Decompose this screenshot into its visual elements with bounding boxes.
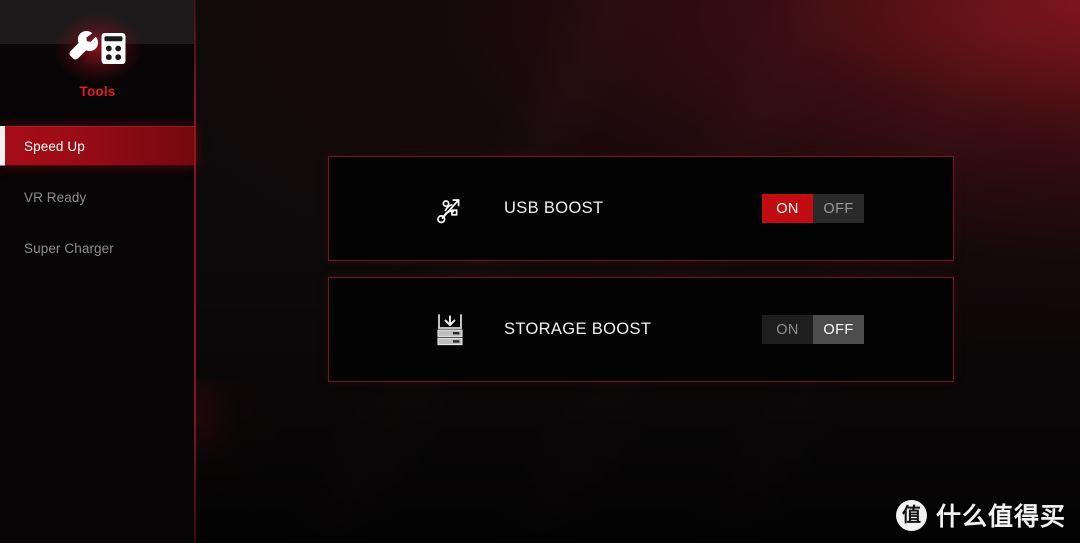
storage-boost-toggle-on[interactable]: ON [762,315,813,344]
tools-icon-container [0,26,195,72]
usb-boost-toggle-on[interactable]: ON [762,194,813,223]
msi-dragon-center-window: Tools Speed Up VR Ready Super Charger US… [0,0,1080,543]
usb-boost-toggle-off[interactable]: OFF [813,194,864,223]
sidebar-item-speed-up[interactable]: Speed Up [0,126,195,166]
sidebar-nav: Speed Up VR Ready Super Charger [0,126,195,279]
sidebar-section-label: Tools [79,84,116,99]
storage-boost-toggle[interactable]: ON OFF [762,315,864,344]
usb-boost-icon-container [422,192,478,226]
sidebar-item-vr-ready[interactable]: VR Ready [0,177,195,217]
usb-boost-card: USB BOOST ON OFF [328,156,954,261]
storage-boost-toggle-off[interactable]: OFF [813,315,864,344]
usb-boost-title: USB BOOST [504,199,604,217]
storage-boost-title: STORAGE BOOST [504,320,652,338]
sidebar-item-label: Super Charger [24,240,114,256]
main-content: USB BOOST ON OFF STORAGE BOOST ON OFF [195,0,1080,543]
wrench-calculator-icon [69,30,125,64]
storage-boost-card: STORAGE BOOST ON OFF [328,277,954,382]
usb-icon [437,198,460,223]
sidebar-item-label: Speed Up [24,138,85,154]
storage-boost-icon-container [422,313,478,347]
usb-boost-toggle[interactable]: ON OFF [762,194,864,223]
watermark-logo: 值 [895,499,927,531]
watermark: 值 什么值得买 [895,497,1066,533]
watermark-text: 什么值得买 [935,502,1066,531]
storage-drive-icon [437,313,463,345]
sidebar-item-label: VR Ready [24,189,87,205]
sidebar-divider [194,0,196,543]
sidebar: Tools Speed Up VR Ready Super Charger [0,0,195,543]
sidebar-item-super-charger[interactable]: Super Charger [0,228,195,268]
